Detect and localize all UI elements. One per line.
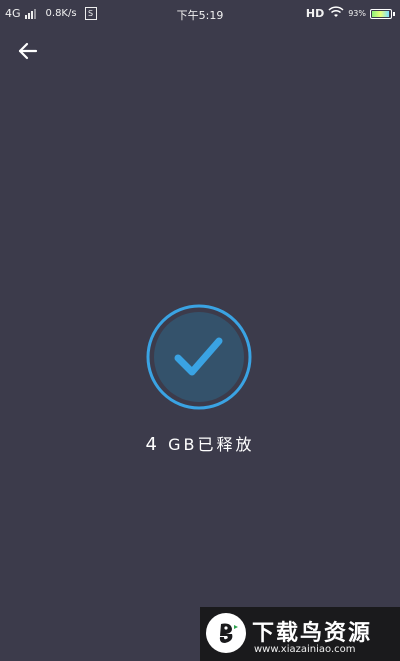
watermark-url: www.xiazainiao.com: [254, 644, 356, 655]
back-button[interactable]: [14, 38, 42, 64]
battery-fill: [372, 10, 389, 17]
battery-icon: [370, 8, 395, 19]
bird-logo-icon: [206, 613, 246, 653]
freed-unit: GB: [168, 435, 198, 454]
watermark-banner: 下载鸟资源 www.xiazainiao.com: [200, 607, 400, 661]
wifi-icon: [328, 6, 344, 21]
back-arrow-icon: [18, 42, 38, 60]
status-bar: 4G 0.8K/s S 下午5:19 HD 93%: [0, 0, 400, 28]
freed-amount: 4: [145, 434, 160, 455]
watermark-title: 下载鸟资源: [252, 621, 373, 646]
freed-memory-label: 4 GB已释放: [0, 431, 400, 455]
status-right: HD 93%: [305, 6, 395, 21]
check-circle-icon: [145, 303, 253, 411]
hd-indicator: HD: [305, 7, 325, 20]
battery-percent: 93%: [348, 9, 366, 18]
freed-message: 已释放: [197, 435, 255, 454]
